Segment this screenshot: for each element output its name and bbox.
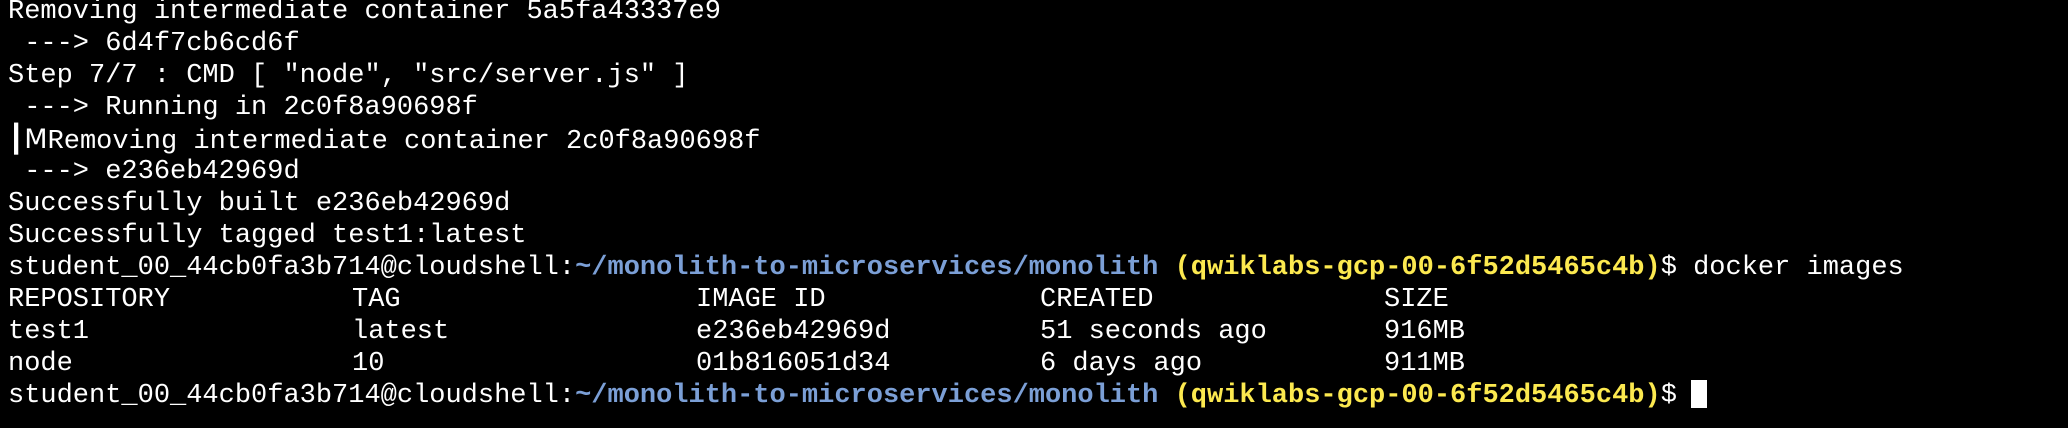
- output-line: Successfully tagged test1:latest: [8, 221, 527, 251]
- column-header-repository: REPOSITORY: [8, 285, 171, 315]
- output-line: Step 7/7 : CMD [ "node", "src/server.js"…: [8, 61, 689, 91]
- column-header-created: CREATED: [1040, 285, 1154, 315]
- output-line: ---> 6d4f7cb6cd6f: [8, 29, 300, 59]
- prompt-project: (qwiklabs-gcp-00-6f52d5465c4b): [1174, 381, 1661, 411]
- prompt-symbol: $: [1660, 381, 1677, 411]
- cell-size: 911MB: [1384, 349, 1466, 379]
- column-header-size: SIZE: [1384, 285, 1449, 315]
- prompt-line: student_00_44cb0fa3b714@cloudshell:~/mon…: [8, 252, 1904, 284]
- cell-tag: 10: [352, 349, 385, 379]
- command-text: docker images: [1693, 253, 1904, 283]
- column-header-tag: TAG: [352, 285, 401, 315]
- cell-repository: test1: [8, 317, 90, 347]
- control-char-glyph: ┃M: [8, 124, 48, 155]
- prompt-path: ~/monolith-to-microservices/monolith: [575, 381, 1159, 411]
- cell-image-id: 01b816051d34: [696, 349, 891, 379]
- prompt-path: ~/monolith-to-microservices/monolith: [575, 253, 1159, 283]
- terminal-window[interactable]: Removing intermediate container 5a5fa433…: [0, 0, 2068, 428]
- table-header-row: REPOSITORY TAG IMAGE ID CREATED SIZE: [8, 284, 1904, 316]
- prompt-user: student_00_44cb0fa3b714@cloudshell:: [8, 381, 576, 411]
- output-line: ---> Running in 2c0f8a90698f: [8, 93, 478, 123]
- cell-tag: latest: [352, 317, 450, 347]
- output-line: Successfully built e236eb42969d: [8, 189, 511, 219]
- table-row: test1 latest e236eb42969d 51 seconds ago…: [8, 316, 1904, 348]
- output-line: Removing intermediate container 5a5fa433…: [8, 0, 721, 27]
- prompt-line: student_00_44cb0fa3b714@cloudshell:~/mon…: [8, 380, 1904, 412]
- output-line: ┃MRemoving intermediate container 2c0f8a…: [8, 124, 1904, 157]
- prompt-user: student_00_44cb0fa3b714@cloudshell:: [8, 253, 576, 283]
- cell-created: 51 seconds ago: [1040, 317, 1267, 347]
- prompt-project: (qwiklabs-gcp-00-6f52d5465c4b): [1174, 253, 1661, 283]
- output-line-text: Removing intermediate container 2c0f8a90…: [47, 127, 761, 157]
- cell-created: 6 days ago: [1040, 349, 1203, 379]
- terminal-output: Removing intermediate container 5a5fa433…: [8, 0, 1904, 412]
- cell-size: 916MB: [1384, 317, 1466, 347]
- table-row: node 10 01b816051d34 6 days ago 911MB: [8, 348, 1904, 380]
- cell-repository: node: [8, 349, 73, 379]
- prompt-symbol: $: [1660, 253, 1677, 283]
- text-cursor[interactable]: [1690, 380, 1707, 408]
- cell-image-id: e236eb42969d: [696, 317, 891, 347]
- column-header-image-id: IMAGE ID: [696, 285, 826, 315]
- output-line: ---> e236eb42969d: [8, 157, 300, 187]
